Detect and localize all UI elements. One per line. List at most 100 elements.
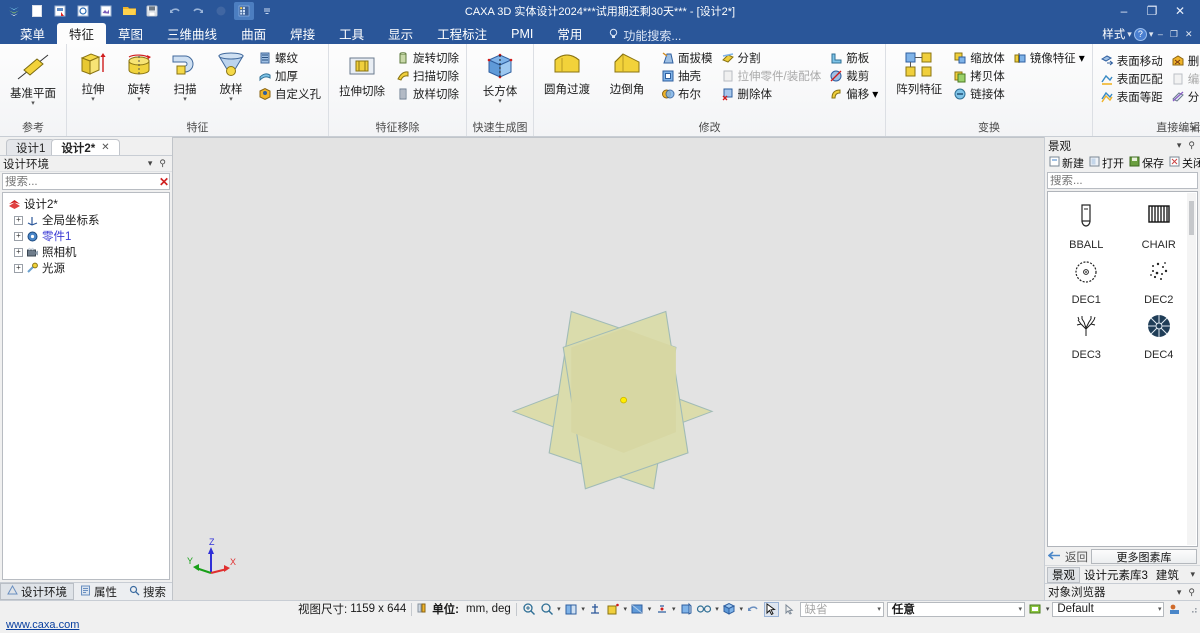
customize-qat-icon[interactable] (257, 2, 277, 20)
undo-view-icon[interactable] (746, 602, 761, 617)
open-purple-icon[interactable] (96, 2, 116, 20)
tab-weld[interactable]: 焊接 (278, 23, 327, 44)
loft-button[interactable]: 放样 ▾ (209, 48, 253, 103)
revolve-cut-button[interactable]: 旋转切除 (393, 49, 462, 66)
chevron-down-icon[interactable]: ▾ (557, 605, 561, 613)
chevron-down-icon[interactable]: ▾ (91, 96, 95, 103)
library-item[interactable]: CHAIR (1123, 198, 1196, 253)
library-search-bar[interactable]: ✕ (1047, 172, 1200, 189)
tree-node-camera[interactable]: + 照相机 (5, 244, 167, 260)
delete-body-button[interactable]: 删除体 (718, 85, 825, 102)
panel-dropdown-icon[interactable]: ▾ (148, 158, 153, 169)
scene-props-icon[interactable] (1167, 602, 1182, 617)
thicken-button[interactable]: 加厚 (255, 67, 324, 84)
tab-common[interactable]: 常用 (545, 23, 594, 44)
panel-dropdown-icon[interactable]: ▾ (1177, 587, 1182, 598)
library-close-button[interactable]: 关闭 (1167, 155, 1200, 170)
caxa-website-link[interactable]: www.caxa.com (6, 619, 79, 631)
extrude-cut-button[interactable]: 拉伸切除 (333, 48, 391, 99)
rib-button[interactable]: 筋板 (826, 49, 881, 66)
move-face-button[interactable]: 表面移动 (1097, 52, 1166, 69)
close-icon[interactable]: ✕ (101, 142, 109, 153)
library-scrollbar[interactable] (1187, 193, 1196, 545)
expander-icon[interactable]: + (14, 231, 23, 241)
close-button[interactable]: ✕ (1166, 1, 1194, 21)
chevron-down-icon[interactable]: ▾ (1015, 605, 1023, 613)
3d-viewport[interactable]: Z Y X (172, 137, 1044, 600)
render-shaded-icon[interactable] (606, 602, 621, 617)
loft-cut-button[interactable]: 放样切除 (393, 85, 462, 102)
more-libraries-button[interactable]: 更多图素库 (1091, 549, 1197, 564)
design-tree[interactable]: 设计2* + 全局坐标系 + 零件1 + 照相机 + 光源 (2, 192, 170, 580)
tree-node-global-coordinate[interactable]: + 全局坐标系 (5, 212, 167, 228)
library-item[interactable]: DEC2 (1123, 253, 1196, 308)
chevron-down-icon[interactable]: ▾ (648, 605, 652, 613)
ribbon-restore-button[interactable]: ❐ (1167, 29, 1180, 40)
tree-node-light-source[interactable]: + 光源 (5, 260, 167, 276)
tab-feature[interactable]: 特征 (57, 23, 107, 44)
split-button[interactable]: 分割 (718, 49, 825, 66)
ribbon-close-button[interactable]: ✕ (1182, 29, 1195, 40)
shell-button[interactable]: 抽壳 (658, 67, 716, 84)
undo-icon[interactable] (165, 2, 185, 20)
open-blue-icon[interactable] (73, 2, 93, 20)
zoom-window-icon[interactable] (539, 602, 554, 617)
pin-icon[interactable]: ⚲ (1188, 140, 1195, 151)
style-caret-icon[interactable]: ▾ (1127, 29, 1132, 40)
tab-menu[interactable]: 菜单 (8, 23, 57, 44)
new-document-icon[interactable] (27, 2, 47, 20)
chevron-down-icon[interactable]: ▾ (873, 605, 881, 613)
ribbon-minimize-button[interactable]: – (1155, 29, 1165, 39)
offset-face-button[interactable]: 表面等距 (1097, 88, 1166, 105)
library-open-button[interactable]: 打开 (1087, 155, 1126, 170)
chevron-down-icon[interactable]: ▾ (672, 605, 676, 613)
document-tab-design1[interactable]: 设计1 (6, 139, 56, 155)
library-new-button[interactable]: 新建 (1047, 155, 1086, 170)
library-item[interactable]: DEC1 (1050, 253, 1123, 308)
chevron-down-icon[interactable]: ▾ (581, 605, 585, 613)
help-icon[interactable]: ? (1133, 27, 1147, 41)
chevron-down-icon[interactable]: ▾ (137, 96, 141, 103)
library-save-button[interactable]: 保存 (1127, 155, 1166, 170)
ribbon-collapse-icon[interactable]: ▾ (1191, 123, 1196, 134)
tab-sketch[interactable]: 草图 (106, 23, 155, 44)
minimize-button[interactable]: – (1110, 1, 1138, 21)
clear-search-icon[interactable]: ✕ (159, 175, 169, 189)
boolean-button[interactable]: 布尔 (658, 85, 716, 102)
expander-icon[interactable]: + (14, 215, 23, 225)
library-tab-scenery[interactable]: 景观 (1047, 566, 1080, 583)
unit-status[interactable]: 单位: mm, deg (417, 601, 511, 617)
chevron-down-icon[interactable]: ▾ (740, 605, 744, 613)
tab-display[interactable]: 显示 (376, 23, 425, 44)
library-tab-design-elements-3[interactable]: 设计元素库3 (1080, 567, 1152, 583)
view-orientation-icon[interactable] (564, 602, 579, 617)
library-item-grid[interactable]: BBALL CHAIR DEC1 DEC2 DEC3 DEC4 (1047, 191, 1198, 547)
datum-plane-button[interactable]: 基准平面 ▾ (4, 48, 62, 107)
part-color-icon[interactable] (722, 602, 737, 617)
back-arrow-icon[interactable] (1047, 550, 1062, 564)
pattern-feature-button[interactable]: 阵列特征 (890, 48, 948, 97)
anchor-icon[interactable] (588, 602, 603, 617)
link-body-button[interactable]: 链接体 (950, 85, 1008, 102)
mirror-feature-button[interactable]: 镜像特征 ▾ (1010, 49, 1088, 66)
thread-button[interactable]: 螺纹 (255, 49, 324, 66)
document-tab-design2[interactable]: 设计2* ✕ (51, 139, 120, 155)
extrude-button[interactable]: 拉伸 ▾ (71, 48, 115, 103)
chevron-down-icon[interactable]: ▾ (623, 605, 627, 613)
draft-face-button[interactable]: 面拔模 (658, 49, 716, 66)
chevron-down-icon[interactable]: ▾ (183, 96, 187, 103)
bottom-tab-properties[interactable]: 属性 (74, 583, 123, 600)
sweep-cut-button[interactable]: 扫描切除 (393, 67, 462, 84)
chevron-down-icon[interactable]: ▾ (498, 98, 502, 105)
library-tab-architecture[interactable]: 建筑 (1152, 567, 1183, 583)
delete-face-button[interactable]: 删除表面 (1168, 52, 1200, 69)
chevron-down-icon[interactable]: ▾ (1154, 605, 1162, 613)
tree-node-part1[interactable]: + 零件1 (5, 228, 167, 244)
render-style-icon[interactable] (1028, 602, 1043, 617)
tab-tools[interactable]: 工具 (327, 23, 376, 44)
default-style-combo[interactable]: 缺省 ▾ (799, 601, 884, 617)
glasses-icon[interactable] (696, 602, 712, 617)
zoom-in-icon[interactable] (522, 602, 537, 617)
chevron-down-icon[interactable]: ▾ (229, 96, 233, 103)
fillet-button[interactable]: 圆角过渡 (538, 48, 596, 97)
